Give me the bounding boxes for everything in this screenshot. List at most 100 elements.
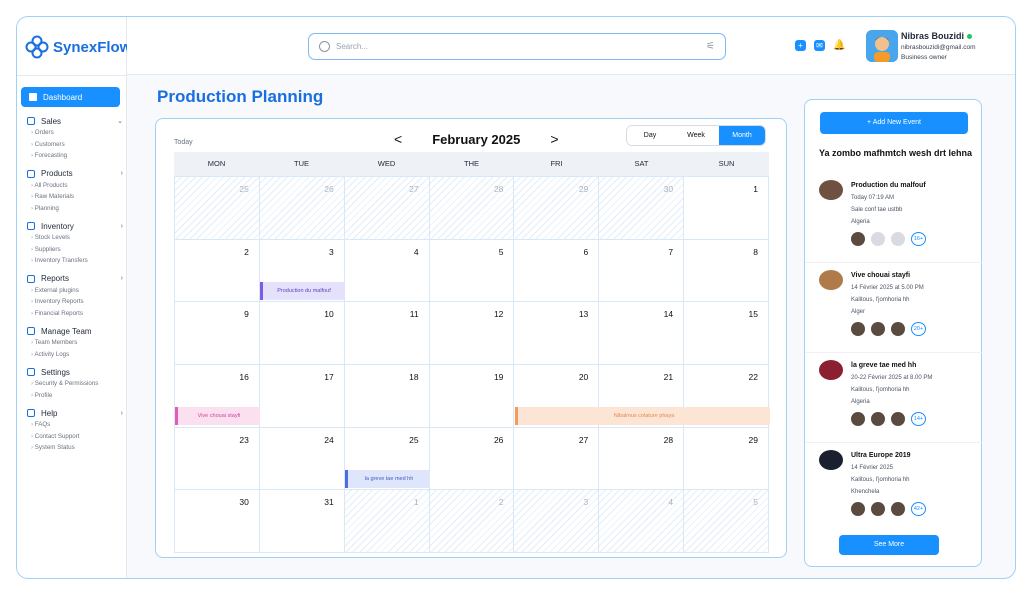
add-event-button[interactable]: + Add New Event — [820, 112, 968, 134]
sidebar-subitem[interactable]: Inventory Reports — [27, 296, 123, 308]
sidebar-subitem[interactable]: Stock Levels — [27, 232, 123, 244]
sidebar-item-products[interactable]: Products › — [27, 168, 123, 180]
sidebar-item-dashboard[interactable]: Dashboard — [21, 87, 120, 107]
panel-event[interactable]: Vive chouai stayfi 14 Février 2025 at 5.0… — [819, 270, 975, 350]
sidebar-item-help[interactable]: Help › — [27, 407, 123, 419]
sidebar-item-reports[interactable]: Reports › — [27, 273, 123, 285]
day-cell[interactable]: 19 — [429, 365, 515, 428]
day-cell[interactable]: 29 — [514, 177, 600, 240]
day-cell[interactable]: 1 — [684, 177, 769, 240]
notification-bell-icon[interactable]: 🔔 — [833, 40, 845, 51]
day-cell[interactable]: 8 — [684, 239, 769, 303]
day-cell[interactable]: 30 — [599, 177, 685, 240]
attendee-count-badge[interactable]: 14+ — [911, 412, 926, 426]
day-cell[interactable]: 26 — [259, 177, 345, 240]
day-cell[interactable]: 15 — [684, 302, 769, 366]
view-week-button[interactable]: Week — [673, 126, 719, 145]
view-month-button[interactable]: Month — [719, 126, 765, 145]
sidebar-subitem[interactable]: Activity Logs — [27, 349, 123, 361]
sidebar-subitem[interactable]: Contact Support — [27, 431, 123, 443]
sidebar-item-settings[interactable]: Settings — [27, 366, 123, 378]
sidebar-subitem[interactable]: FAQs — [27, 419, 123, 431]
sidebar-subitem[interactable]: Team Members — [27, 337, 123, 349]
day-cell[interactable]: 27 — [514, 427, 600, 491]
today-button[interactable]: Today — [174, 139, 193, 146]
day-cell[interactable]: 5 — [684, 490, 769, 554]
weekday-label: SUN — [718, 159, 735, 168]
day-cell[interactable]: 26 — [429, 427, 515, 491]
day-cell[interactable]: 14 — [599, 302, 685, 366]
calendar-event[interactable]: Vive chouai stayfi — [175, 407, 260, 426]
sidebar-item-inventory[interactable]: Inventory › — [27, 220, 123, 232]
next-month-button[interactable]: > — [550, 131, 558, 147]
view-day-button[interactable]: Day — [627, 126, 673, 145]
see-more-button[interactable]: See More — [839, 535, 939, 555]
sidebar-item-manage-team[interactable]: Manage Team — [27, 325, 123, 337]
calendar-event[interactable]: la greve tae med hh — [345, 469, 430, 488]
day-number: 22 — [748, 372, 758, 383]
sidebar-subitem[interactable]: All Products — [27, 180, 123, 192]
day-cell[interactable]: 28 — [429, 177, 515, 240]
day-cell[interactable]: 6 — [514, 239, 600, 303]
day-cell[interactable]: 18 — [344, 365, 430, 428]
day-cell[interactable]: 13 — [514, 302, 600, 366]
sidebar-subitem[interactable]: External plugins — [27, 285, 123, 297]
panel-event[interactable]: Ultra Europe 2019 14 Février 2025 Kalitous… — [819, 450, 975, 530]
day-cell[interactable]: 2 — [175, 239, 260, 303]
sidebar-subitem[interactable]: Security & Permissions — [27, 378, 123, 390]
day-cell[interactable]: 28 — [599, 427, 685, 491]
day-cell[interactable]: 29 — [684, 427, 769, 491]
day-cell[interactable]: 5 — [429, 239, 515, 303]
calendar-event[interactable]: Production du malfouf — [260, 281, 345, 300]
user-info[interactable]: Nibras Bouzidi nibrasbouzidi@gmail.com B… — [901, 31, 976, 61]
day-cell[interactable]: 24 — [259, 427, 345, 491]
sidebar-subitem[interactable]: System Status — [27, 442, 123, 454]
calendar-event[interactable]: Nibalmus colature phaya — [515, 407, 770, 426]
sidebar-subitem[interactable]: Profile — [27, 390, 123, 402]
filter-icon[interactable]: ⚟ — [706, 41, 715, 52]
day-cell[interactable]: 27 — [344, 177, 430, 240]
divider — [805, 262, 983, 263]
sales-icon — [27, 117, 35, 125]
brand-logo[interactable]: SynexFlow — [25, 35, 131, 59]
sidebar-subitem[interactable]: Planning — [27, 203, 123, 215]
day-cell[interactable]: 30 — [175, 490, 260, 554]
sidebar-subitem[interactable]: Orders — [27, 127, 123, 139]
prev-month-button[interactable]: < — [394, 131, 402, 147]
sidebar-subitem[interactable]: Suppliers — [27, 244, 123, 256]
sidebar-subitem[interactable]: Inventory Transfers — [27, 255, 123, 267]
attendee-avatar — [871, 412, 885, 426]
sidebar-item-sales[interactable]: Sales ⌄ — [27, 115, 123, 127]
chevron-icon: › — [120, 170, 123, 177]
day-cell[interactable]: 17 — [259, 365, 345, 428]
panel-event[interactable]: Production du malfouf Today 07:19 AM Sale … — [819, 180, 975, 260]
sidebar-subitem[interactable]: Financial Reports — [27, 308, 123, 320]
day-cell[interactable]: 25 — [175, 177, 260, 240]
day-cell[interactable]: 1 — [344, 490, 430, 554]
sidebar-subitem[interactable]: Forecasting — [27, 150, 123, 162]
day-cell[interactable]: 11 — [344, 302, 430, 366]
day-number: 31 — [324, 497, 334, 508]
attendee-count-badge[interactable]: 16+ — [911, 232, 926, 246]
search-input[interactable]: Search... ⚟ — [308, 33, 726, 60]
day-cell[interactable]: 23 — [175, 427, 260, 491]
avatar[interactable] — [866, 30, 898, 62]
attendee-count-badge[interactable]: 42+ — [911, 502, 926, 516]
day-cell[interactable]: 3 — [514, 490, 600, 554]
day-cell[interactable]: 2 — [429, 490, 515, 554]
chat-icon[interactable]: ✉ — [814, 40, 825, 51]
event-detail: 14 Février 2025 at 5.00 PM — [851, 285, 924, 291]
day-cell[interactable]: 7 — [599, 239, 685, 303]
attendee-count-badge[interactable]: 20+ — [911, 322, 926, 336]
sidebar-subitem[interactable]: Raw Materials — [27, 191, 123, 203]
day-cell[interactable]: 4 — [599, 490, 685, 554]
sidebar-subitem[interactable]: Customers — [27, 139, 123, 151]
add-icon[interactable]: + — [795, 40, 806, 51]
event-detail: Algeria — [851, 399, 870, 405]
day-cell[interactable]: 10 — [259, 302, 345, 366]
day-cell[interactable]: 31 — [259, 490, 345, 554]
panel-event[interactable]: la greve tae med hh 20-22 Février 2025 at… — [819, 360, 975, 440]
day-cell[interactable]: 9 — [175, 302, 260, 366]
day-cell[interactable]: 4 — [344, 239, 430, 303]
day-cell[interactable]: 12 — [429, 302, 515, 366]
